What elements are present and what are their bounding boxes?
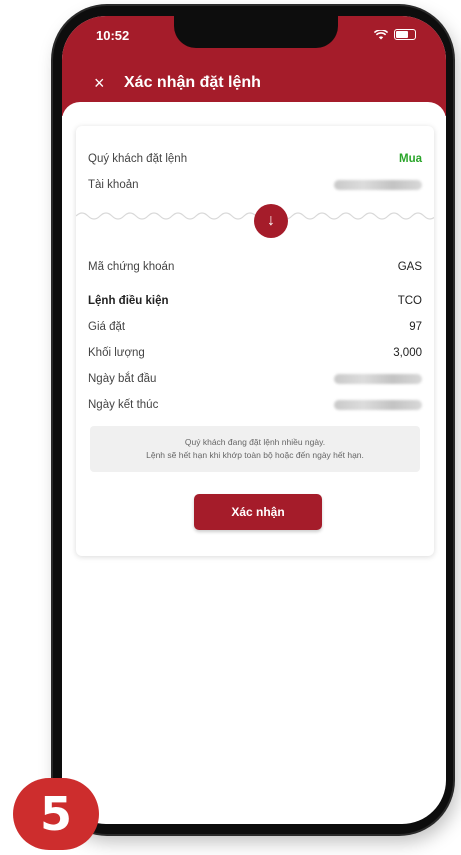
account-label: Tài khoản [88,179,139,191]
status-icons [374,29,416,40]
multi-day-note: Quý khách đang đặt lệnh nhiều ngày. Lệnh… [90,426,420,472]
start-date-value-redacted [334,374,422,384]
price-label: Giá đặt [88,321,126,333]
quantity-row: Khối lượng 3,000 [88,344,422,362]
arrow-down-icon: ↓ [254,204,288,238]
account-row: Tài khoản [88,176,422,194]
end-date-label: Ngày kết thúc [88,399,159,411]
note-line-1: Quý khách đang đặt lệnh nhiều ngày. [184,437,326,447]
notch [174,16,338,48]
status-time: 10:52 [96,28,130,43]
account-value-redacted [334,180,422,190]
confirm-button[interactable]: Xác nhận [194,494,322,530]
price-row: Giá đặt 97 [88,318,422,336]
note-line-2: Lệnh sẽ hết hạn khi khớp toàn bộ hoặc đế… [146,450,364,460]
stock-label: Mã chứng khoán [88,261,175,273]
start-date-label: Ngày bắt đầu [88,373,157,385]
phone-screen: 10:52 × Xác nhận đặt lệnh Quý khách đặt … [62,16,446,824]
end-date-row: Ngày kết thúc [88,396,422,414]
customer-label: Quý khách đặt lệnh [88,153,188,165]
stock-value: GAS [397,261,422,273]
order-type-row: Lệnh điều kiện TCO [88,292,422,310]
customer-value: Mua [399,153,422,165]
order-type-value: TCO [397,295,422,307]
battery-icon [394,29,416,40]
close-icon[interactable]: × [94,74,105,92]
quantity-value: 3,000 [393,347,422,359]
order-card: Quý khách đặt lệnh Mua Tài khoản ↓ Mã ch… [76,126,434,556]
stock-row: Mã chứng khoán GAS [88,258,422,276]
step-badge: 5 [13,778,99,850]
price-value: 97 [409,321,422,333]
order-type-label: Lệnh điều kiện [88,295,169,307]
customer-row: Quý khách đặt lệnh Mua [88,150,422,168]
end-date-value-redacted [334,400,422,410]
wifi-icon [374,29,388,39]
page-title: Xác nhận đặt lệnh [124,74,261,91]
start-date-row: Ngày bắt đầu [88,370,422,388]
quantity-label: Khối lượng [88,347,145,359]
